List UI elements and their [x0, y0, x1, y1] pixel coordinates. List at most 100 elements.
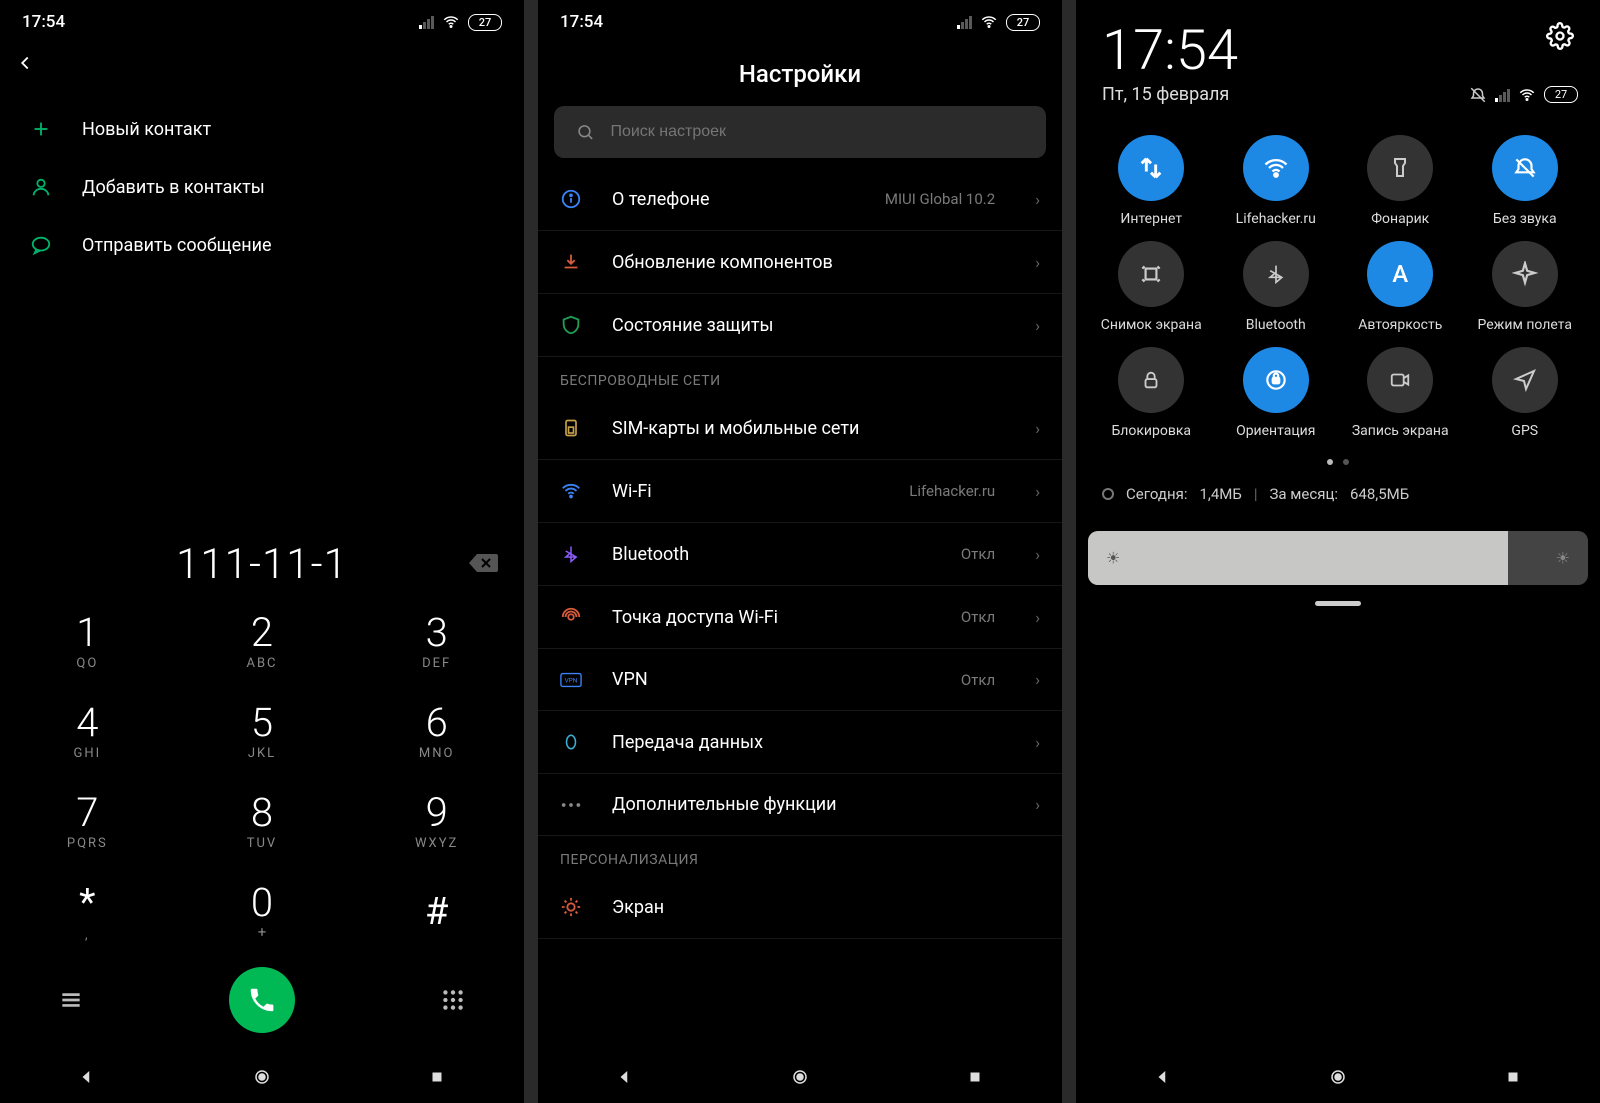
wifi-icon — [980, 13, 998, 31]
usage-today-label: Сегодня: — [1126, 485, 1187, 503]
status-time: 17:54 — [560, 12, 603, 32]
qs-date-row: Пт, 15 февраля 27 — [1076, 82, 1600, 117]
new-contact-row[interactable]: Новый контакт — [0, 100, 524, 158]
page-indicator — [1076, 443, 1600, 475]
signal-icon — [957, 15, 972, 29]
key-2[interactable]: 2ABC — [175, 597, 350, 687]
tile-autobrightness[interactable]: AАвтояркость — [1343, 241, 1458, 333]
row-security-status[interactable]: Состояние защиты › — [538, 294, 1062, 357]
signal-icon — [1495, 88, 1510, 102]
row-vpn[interactable]: VPN VPN Откл › — [538, 649, 1062, 711]
nav-recent-icon[interactable] — [1504, 1068, 1522, 1086]
battery-icon: 27 — [1006, 14, 1040, 31]
nav-bar — [1076, 1051, 1600, 1103]
nav-bar — [0, 1051, 524, 1103]
gear-icon[interactable] — [1546, 22, 1574, 50]
nav-home-icon[interactable] — [1329, 1068, 1347, 1086]
tile-screenshot[interactable]: Снимок экрана — [1094, 241, 1209, 333]
settings-list: О телефоне MIUI Global 10.2 › Обновление… — [538, 168, 1062, 1051]
data-icon — [560, 731, 582, 753]
row-data[interactable]: Передача данных › — [538, 711, 1062, 774]
tile-silent[interactable]: Без звука — [1468, 135, 1583, 227]
key-8[interactable]: 8TUV — [175, 777, 350, 867]
back-icon[interactable] — [14, 52, 36, 74]
add-contact-label: Добавить в контакты — [82, 177, 265, 198]
row-more[interactable]: Дополнительные функции › — [538, 774, 1062, 836]
row-sim[interactable]: SIM-карты и мобильные сети › — [538, 397, 1062, 460]
key-hash[interactable]: # — [349, 867, 524, 957]
battery-icon: 27 — [1544, 86, 1578, 103]
info-icon — [560, 188, 582, 210]
video-icon — [1367, 347, 1433, 413]
key-9[interactable]: 9WXYZ — [349, 777, 524, 867]
mute-icon — [1469, 86, 1487, 104]
chevron-right-icon: › — [1035, 482, 1040, 501]
key-star[interactable]: *, — [0, 867, 175, 957]
menu-icon[interactable] — [56, 985, 86, 1015]
phone-settings: 17:54 27 Настройки О телефоне MIUI Globa… — [538, 0, 1062, 1103]
search-input[interactable] — [610, 123, 1024, 141]
chevron-right-icon: › — [1035, 253, 1040, 272]
brightness-auto-icon: A — [1367, 241, 1433, 307]
vpn-icon: VPN — [560, 672, 582, 688]
internet-icon — [1118, 135, 1184, 201]
search-box[interactable] — [554, 106, 1046, 158]
tile-orientation[interactable]: Ориентация — [1219, 347, 1334, 439]
status-bar: 17:54 27 — [0, 0, 524, 40]
wifi-icon — [560, 480, 582, 502]
bluetooth-icon — [1243, 241, 1309, 307]
tile-lock[interactable]: Блокировка — [1094, 347, 1209, 439]
nav-recent-icon[interactable] — [428, 1068, 446, 1086]
send-message-row[interactable]: Отправить сообщение — [0, 216, 524, 274]
key-3[interactable]: 3DEF — [349, 597, 524, 687]
backspace-button[interactable] — [468, 552, 498, 578]
qs-tiles: Интернет Lifehacker.ru Фонарик Без звука… — [1076, 117, 1600, 443]
tile-flashlight[interactable]: Фонарик — [1343, 135, 1458, 227]
section-personal: ПЕРСОНАЛИЗАЦИЯ — [538, 836, 1062, 876]
status-right: 27 — [419, 13, 502, 31]
row-bluetooth[interactable]: Bluetooth Откл › — [538, 523, 1062, 586]
key-7[interactable]: 7PQRS — [0, 777, 175, 867]
more-icon — [560, 801, 582, 809]
nav-recent-icon[interactable] — [966, 1068, 984, 1086]
dialpad-toggle-icon[interactable] — [438, 985, 468, 1015]
tile-airplane[interactable]: Режим полета — [1468, 241, 1583, 333]
key-5[interactable]: 5JKL — [175, 687, 350, 777]
chevron-right-icon: › — [1035, 733, 1040, 752]
add-contact-row[interactable]: Добавить в контакты — [0, 158, 524, 216]
wifi-icon — [1243, 135, 1309, 201]
key-0[interactable]: 0+ — [175, 867, 350, 957]
data-usage[interactable]: Сегодня: 1,4МБ | За месяц: 648,5МБ — [1076, 475, 1600, 513]
row-about-phone[interactable]: О телефоне MIUI Global 10.2 › — [538, 168, 1062, 231]
key-6[interactable]: 6MNO — [349, 687, 524, 777]
row-update[interactable]: Обновление компонентов › — [538, 231, 1062, 294]
tile-internet[interactable]: Интернет — [1094, 135, 1209, 227]
brightness-slider[interactable]: ☀ ☀ — [1088, 531, 1588, 585]
plus-icon — [28, 118, 54, 140]
chevron-right-icon: › — [1035, 545, 1040, 564]
usage-month-label: За месяц: — [1270, 485, 1338, 503]
nav-back-icon[interactable] — [1154, 1068, 1172, 1086]
tile-wifi[interactable]: Lifehacker.ru — [1219, 135, 1334, 227]
row-hotspot[interactable]: Точка доступа Wi-Fi Откл › — [538, 586, 1062, 649]
row-wifi[interactable]: Wi-Fi Lifehacker.ru › — [538, 460, 1062, 523]
brightness-low-icon: ☀ — [1106, 549, 1120, 568]
status-time: 17:54 — [22, 12, 65, 32]
key-4[interactable]: 4GHI — [0, 687, 175, 777]
screenshot-icon — [1118, 241, 1184, 307]
nav-back-icon[interactable] — [78, 1068, 96, 1086]
update-icon — [560, 251, 582, 273]
qs-header: 17:54 — [1076, 0, 1600, 82]
dialer-bottom — [0, 957, 524, 1051]
row-display[interactable]: Экран — [538, 876, 1062, 939]
nav-home-icon[interactable] — [791, 1068, 809, 1086]
tile-gps[interactable]: GPS — [1468, 347, 1583, 439]
lock-icon — [1118, 347, 1184, 413]
tile-screen-record[interactable]: Запись экрана — [1343, 347, 1458, 439]
key-1[interactable]: 1QO — [0, 597, 175, 687]
airplane-icon — [1492, 241, 1558, 307]
call-button[interactable] — [229, 967, 295, 1033]
tile-bluetooth[interactable]: Bluetooth — [1219, 241, 1334, 333]
nav-home-icon[interactable] — [253, 1068, 271, 1086]
nav-back-icon[interactable] — [616, 1068, 634, 1086]
